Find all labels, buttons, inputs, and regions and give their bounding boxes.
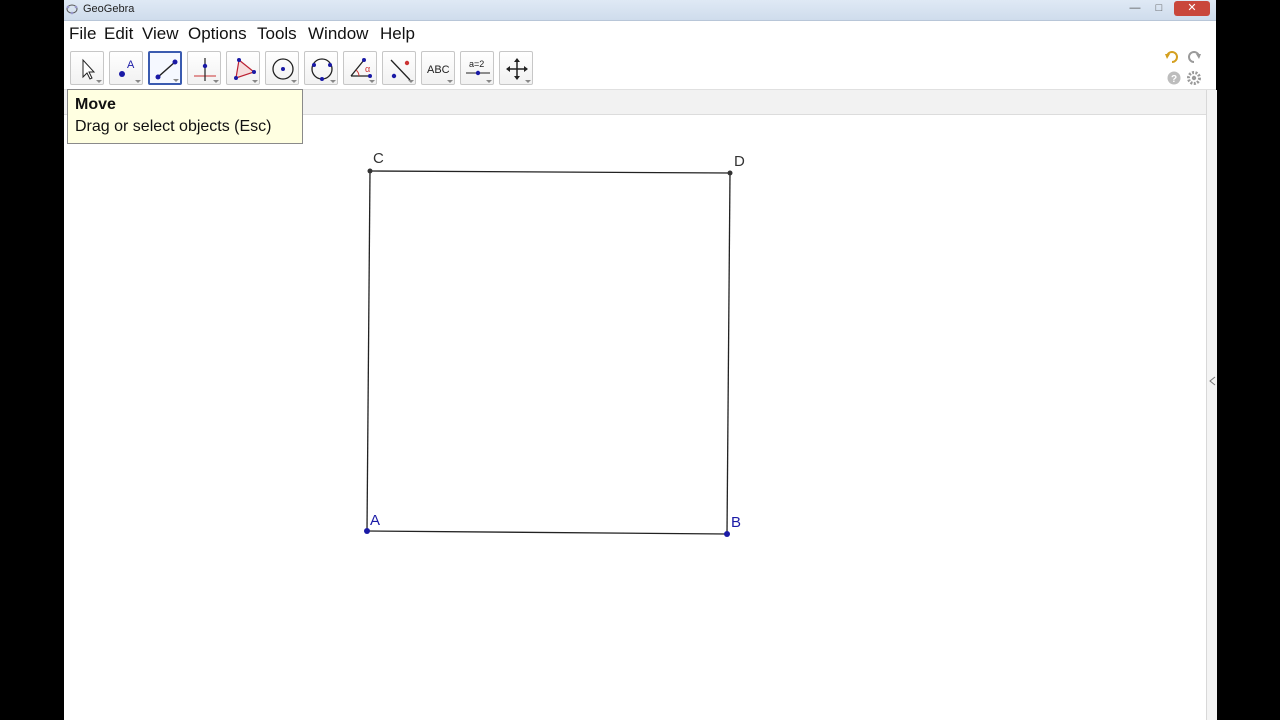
menu-file[interactable]: File <box>69 24 96 44</box>
svg-text:?: ? <box>1171 74 1177 85</box>
side-panel-edge[interactable] <box>1206 90 1217 720</box>
reflect-tool-button[interactable] <box>382 51 416 85</box>
dropdown-triangle-icon <box>447 80 453 83</box>
conic-tool-button[interactable] <box>304 51 338 85</box>
restore-button[interactable]: □ <box>1148 1 1170 16</box>
menu-edit[interactable]: Edit <box>104 24 133 44</box>
help-icon[interactable]: ? <box>1166 70 1182 86</box>
menu-window[interactable]: Window <box>308 24 368 44</box>
segment-ab[interactable] <box>366 530 728 535</box>
dropdown-triangle-icon <box>96 80 102 83</box>
text-tool-button[interactable]: ABC <box>421 51 455 85</box>
geogebra-window: GeoGebra — □ ✕ File Edit View Options To… <box>64 0 1217 720</box>
label-a: A <box>370 512 381 529</box>
label-d: D <box>734 153 745 170</box>
graphics-view[interactable]: A B C D <box>64 115 1206 720</box>
svg-text:a=2: a=2 <box>469 59 484 69</box>
dropdown-triangle-icon <box>330 80 336 83</box>
tooltip-description: Drag or select objects (Esc) <box>75 118 272 135</box>
tool-tooltip: Move Drag or select objects (Esc) <box>67 89 303 144</box>
segment-ca[interactable] <box>366 170 371 532</box>
svg-text:ABC: ABC <box>427 64 450 76</box>
settings-gear-icon[interactable] <box>1186 70 1202 86</box>
perpendicular-tool-button[interactable] <box>187 51 221 85</box>
point-tool-button[interactable]: A <box>109 51 143 85</box>
segment-bd[interactable] <box>726 172 731 535</box>
undo-icon[interactable] <box>1164 49 1180 65</box>
polygon-tool-button[interactable] <box>226 51 260 85</box>
dropdown-triangle-icon <box>369 80 375 83</box>
move-graphics-tool-button[interactable] <box>499 51 533 85</box>
slider-tool-button[interactable]: a=2 <box>460 51 494 85</box>
dropdown-triangle-icon <box>173 79 179 82</box>
circle-tool-button[interactable] <box>265 51 299 85</box>
dropdown-triangle-icon <box>525 80 531 83</box>
toolbar: A α ABC a=2 ? <box>64 45 1216 90</box>
svg-text:A: A <box>127 59 135 71</box>
dropdown-triangle-icon <box>291 80 297 83</box>
point-d[interactable] <box>727 170 733 176</box>
geogebra-logo-icon <box>66 4 78 15</box>
svg-text:α: α <box>365 64 370 74</box>
construction-drawing <box>364 168 733 537</box>
window-title: GeoGebra <box>83 3 135 15</box>
title-bar: GeoGebra — □ ✕ <box>64 0 1216 21</box>
dropdown-triangle-icon <box>213 80 219 83</box>
dropdown-triangle-icon <box>408 80 414 83</box>
close-button[interactable]: ✕ <box>1174 1 1210 16</box>
angle-tool-button[interactable]: α <box>343 51 377 85</box>
line-tool-button[interactable] <box>148 51 182 85</box>
dropdown-triangle-icon <box>486 80 492 83</box>
minimize-button[interactable]: — <box>1124 1 1146 16</box>
menu-bar: File Edit View Options Tools Window Help <box>64 21 1216 45</box>
menu-tools[interactable]: Tools <box>257 24 297 44</box>
tooltip-title: Move <box>75 96 116 113</box>
redo-icon[interactable] <box>1186 49 1202 65</box>
dropdown-triangle-icon <box>135 80 141 83</box>
point-b[interactable] <box>724 531 730 537</box>
label-b: B <box>731 514 742 531</box>
label-c: C <box>373 150 384 167</box>
dropdown-triangle-icon <box>252 80 258 83</box>
segment-dc[interactable] <box>369 170 731 174</box>
point-c[interactable] <box>367 168 373 174</box>
panel-toggle-arrow-icon[interactable] <box>1208 376 1218 386</box>
menu-options[interactable]: Options <box>188 24 247 44</box>
menu-help[interactable]: Help <box>380 24 415 44</box>
menu-view[interactable]: View <box>142 24 179 44</box>
move-tool-button[interactable] <box>70 51 104 85</box>
